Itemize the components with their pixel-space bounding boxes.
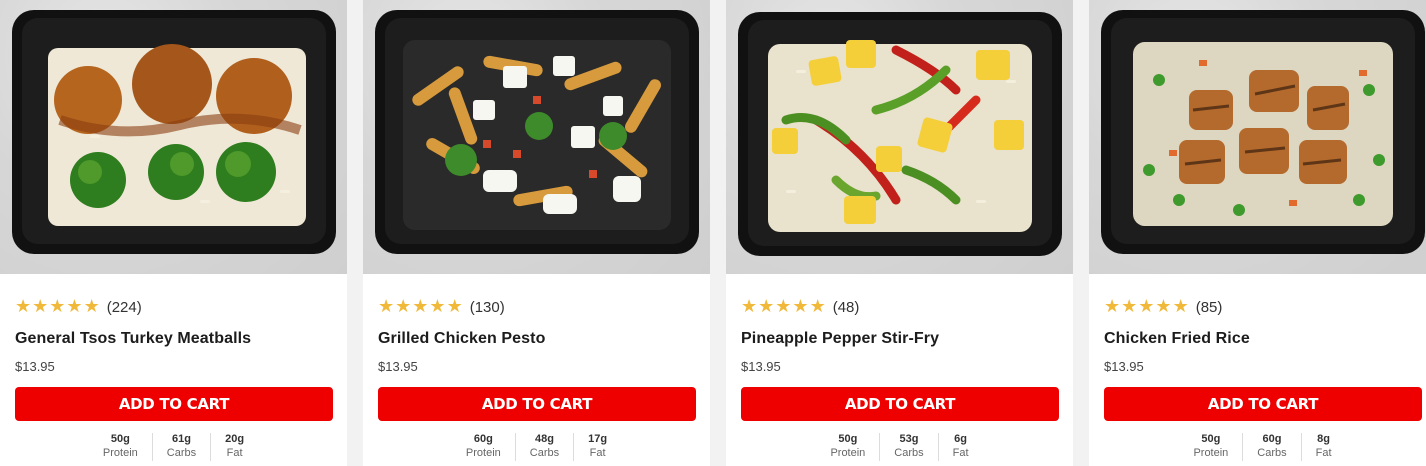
macro-value: 50g [1201, 433, 1221, 445]
product-card: ★ ★ ★ ★ ★ (85) Chicken Fried Rice $13.95 ADD… [1089, 0, 1426, 466]
product-price: $13.95 [15, 359, 55, 374]
macro-value: 17g [588, 433, 608, 445]
add-to-cart-button[interactable]: ADD TO CART [15, 387, 333, 421]
rating[interactable]: ★ ★ ★ ★ ★ (130) [378, 297, 695, 317]
macro-fat: 17g Fat [573, 433, 621, 461]
product-price: $13.95 [741, 359, 781, 374]
macro-value: 48g [534, 433, 554, 445]
macro-carbs: 53g Carbs [879, 433, 937, 461]
product-price: $13.95 [1104, 359, 1144, 374]
review-count: (130) [469, 298, 505, 316]
macro-label: Fat [226, 447, 243, 459]
rating[interactable]: ★ ★ ★ ★ ★ (48) [741, 297, 1058, 317]
macro-fat: 8g Fat [1300, 433, 1346, 461]
macro-value: 50g [838, 433, 858, 445]
macro-label: Carbs [166, 447, 197, 459]
product-grid: ★ ★ ★ ★ ★ (224) General Tsos Turkey Meatball… [0, 0, 1426, 466]
macro-protein: 60g Protein [452, 433, 515, 461]
macro-value: 60g [473, 433, 493, 445]
macro-label: Carbs [894, 447, 924, 459]
macro-label: Fat [952, 447, 969, 459]
macro-protein: 50g Protein [816, 433, 879, 461]
product-image[interactable] [363, 0, 710, 274]
meal-tray-image [375, 10, 699, 254]
macro-carbs: 61g Carbs [151, 433, 210, 461]
macros: 60g Protein 48g Carbs 17g Fat [378, 433, 695, 461]
star-rating-icon: ★ ★ ★ ★ ★ [15, 296, 100, 317]
product-image[interactable] [1089, 0, 1426, 274]
add-to-cart-button[interactable]: ADD TO CART [378, 387, 696, 421]
macro-label: Protein [830, 447, 866, 459]
star-rating-icon: ★ ★ ★ ★ ★ [741, 296, 826, 317]
product-price: $13.95 [378, 359, 418, 374]
add-to-cart-button[interactable]: ADD TO CART [1104, 387, 1422, 421]
macro-label: Carbs [1257, 447, 1287, 459]
macro-carbs: 48g Carbs [514, 433, 573, 461]
meal-tray-image [12, 10, 336, 254]
product-title[interactable]: Grilled Chicken Pesto [378, 330, 695, 352]
rating[interactable]: ★ ★ ★ ★ ★ (224) [15, 297, 332, 317]
review-count: (85) [1195, 298, 1223, 316]
macro-value: 60g [1262, 433, 1282, 445]
review-count: (48) [832, 298, 860, 316]
rating[interactable]: ★ ★ ★ ★ ★ (85) [1104, 297, 1421, 317]
product-card: ★ ★ ★ ★ ★ (224) General Tsos Turkey Meatball… [0, 0, 347, 466]
macro-label: Protein [1193, 447, 1229, 459]
meal-tray-image [738, 12, 1062, 256]
product-card: ★ ★ ★ ★ ★ (130) Grilled Chicken Pesto $13.95… [363, 0, 710, 466]
product-card: ★ ★ ★ ★ ★ (48) Pineapple Pepper Stir-Fry $13… [726, 0, 1073, 466]
product-image[interactable] [726, 0, 1073, 274]
macro-label: Protein [465, 447, 501, 459]
macro-label: Protein [102, 447, 138, 459]
macros: 50g Protein 53g Carbs 6g Fat [741, 433, 1058, 461]
macro-carbs: 60g Carbs [1242, 433, 1300, 461]
macro-value: 61g [171, 433, 191, 445]
macro-fat: 20g Fat [210, 433, 258, 461]
star-rating-icon: ★ ★ ★ ★ ★ [1104, 296, 1189, 317]
macros: 50g Protein 60g Carbs 8g Fat [1104, 433, 1421, 461]
macro-value: 50g [110, 433, 130, 445]
macros: 50g Protein 61g Carbs 20g Fat [15, 433, 332, 461]
macro-fat: 6g Fat [937, 433, 983, 461]
macro-label: Fat [589, 447, 606, 459]
macro-protein: 50g Protein [89, 433, 152, 461]
star-rating-icon: ★ ★ ★ ★ ★ [378, 296, 463, 317]
macro-value: 8g [1317, 433, 1331, 445]
macro-value: 6g [954, 433, 968, 445]
macro-value: 53g [899, 433, 919, 445]
product-image[interactable] [0, 0, 347, 274]
add-to-cart-button[interactable]: ADD TO CART [741, 387, 1059, 421]
macro-label: Carbs [529, 447, 560, 459]
product-title[interactable]: Chicken Fried Rice [1104, 330, 1421, 352]
product-title[interactable]: General Tsos Turkey Meatballs [15, 330, 332, 352]
review-count: (224) [106, 298, 142, 316]
product-title[interactable]: Pineapple Pepper Stir-Fry [741, 330, 1058, 352]
macro-label: Fat [1315, 447, 1332, 459]
macro-protein: 50g Protein [1179, 433, 1242, 461]
meal-tray-image [1101, 10, 1425, 254]
macro-value: 20g [225, 433, 245, 445]
